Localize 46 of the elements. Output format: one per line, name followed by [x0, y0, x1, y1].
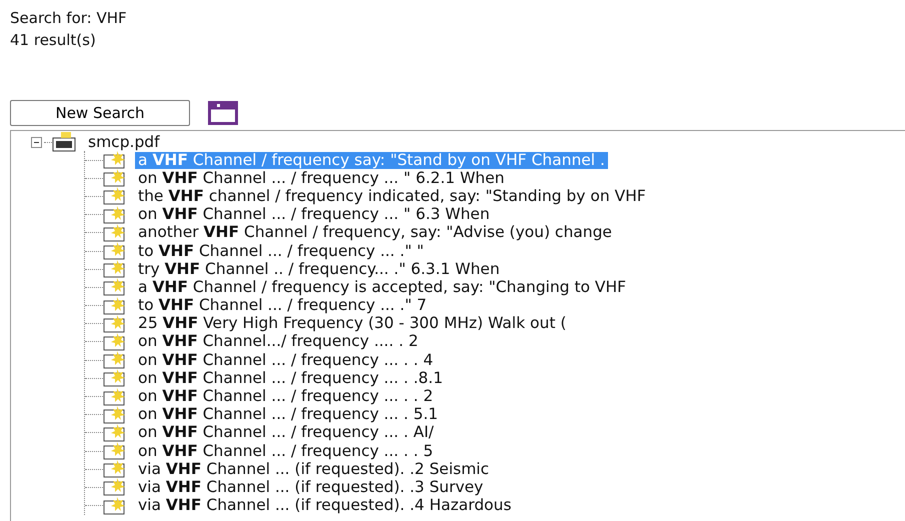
- note-icon: [103, 369, 127, 388]
- search-result-item[interactable]: on VHF Channel ... / frequency ... " 6.3 When: [135, 206, 493, 224]
- result-count: 41 result(s): [10, 30, 97, 50]
- new-search-button[interactable]: New Search: [10, 100, 190, 126]
- note-icon: [103, 169, 127, 188]
- note-icon: [103, 460, 127, 478]
- note-icon: [103, 332, 127, 351]
- pdf-file-icon: [52, 132, 76, 152]
- search-result-item[interactable]: via VHF Channel ... (if requested). .3 Survey: [135, 478, 486, 496]
- note-icon: [103, 406, 127, 424]
- note-icon: [103, 187, 127, 206]
- search-result-item[interactable]: on VHF Channel ... / frequency ... . AI/: [135, 424, 437, 442]
- note-icon: [103, 351, 127, 370]
- search-result-item[interactable]: on VHF Channel ... / frequency ... . 5.1: [135, 406, 442, 424]
- note-icon: [103, 278, 127, 296]
- note-icon: [103, 442, 127, 460]
- search-result-item[interactable]: to VHF Channel ... / frequency ... ." 7: [135, 297, 430, 314]
- search-result-item[interactable]: another VHF Channel / frequency, say: "Advise (you) change: [135, 224, 615, 242]
- note-icon: [103, 206, 127, 224]
- note-icon: [103, 424, 127, 442]
- note-icon: [103, 478, 127, 496]
- search-result-item[interactable]: to VHF Channel ... / frequency ... ." ": [135, 242, 427, 260]
- note-icon: [103, 151, 127, 170]
- note-icon: [103, 314, 127, 333]
- search-result-item[interactable]: on VHF Channel ... / frequency ... . . 4: [135, 352, 436, 369]
- collapse-icon[interactable]: [31, 136, 44, 148]
- search-result-item[interactable]: via VHF Channel ... (if requested). .2 Seismic: [135, 460, 492, 478]
- note-icon: [103, 296, 127, 315]
- search-result-item[interactable]: 25 VHF Very High Frequency (30 - 300 MHz) Walk out (: [135, 315, 570, 332]
- search-result-item[interactable]: the VHF channel / frequency indicated, say: "Standing by on VHF: [135, 188, 649, 205]
- search-result-item[interactable]: on VHF Channel ... / frequency ... . . 5: [135, 442, 436, 460]
- search-result-item[interactable]: via VHF Channel ... (if requested). .4 Hazardous: [135, 497, 514, 514]
- note-icon: [103, 242, 127, 260]
- note-icon: [103, 260, 127, 278]
- save-icon[interactable]: [208, 101, 238, 125]
- note-icon: [103, 496, 127, 515]
- search-result-item[interactable]: on VHF Channel ... / frequency ... " 6.2.1 When: [135, 170, 508, 187]
- search-result-item[interactable]: on VHF Channel ... / frequency ... . . 2: [135, 388, 436, 406]
- note-icon: [103, 388, 127, 406]
- search-result-item[interactable]: a VHF Channel / frequency is accepted, say: "Changing to VHF: [135, 278, 630, 296]
- search-result-item[interactable]: try VHF Channel .. / frequency... ." 6.3.1 When: [135, 260, 503, 278]
- tree-file-node[interactable]: smcp.pdf: [88, 133, 160, 151]
- note-icon: [103, 224, 127, 242]
- search-result-item[interactable]: on VHF Channel.../ frequency .... . 2: [135, 333, 422, 350]
- search-query-label: Search for: VHF: [10, 8, 128, 29]
- search-result-item[interactable]: on VHF Channel ... / frequency ... . .8.1: [135, 370, 446, 387]
